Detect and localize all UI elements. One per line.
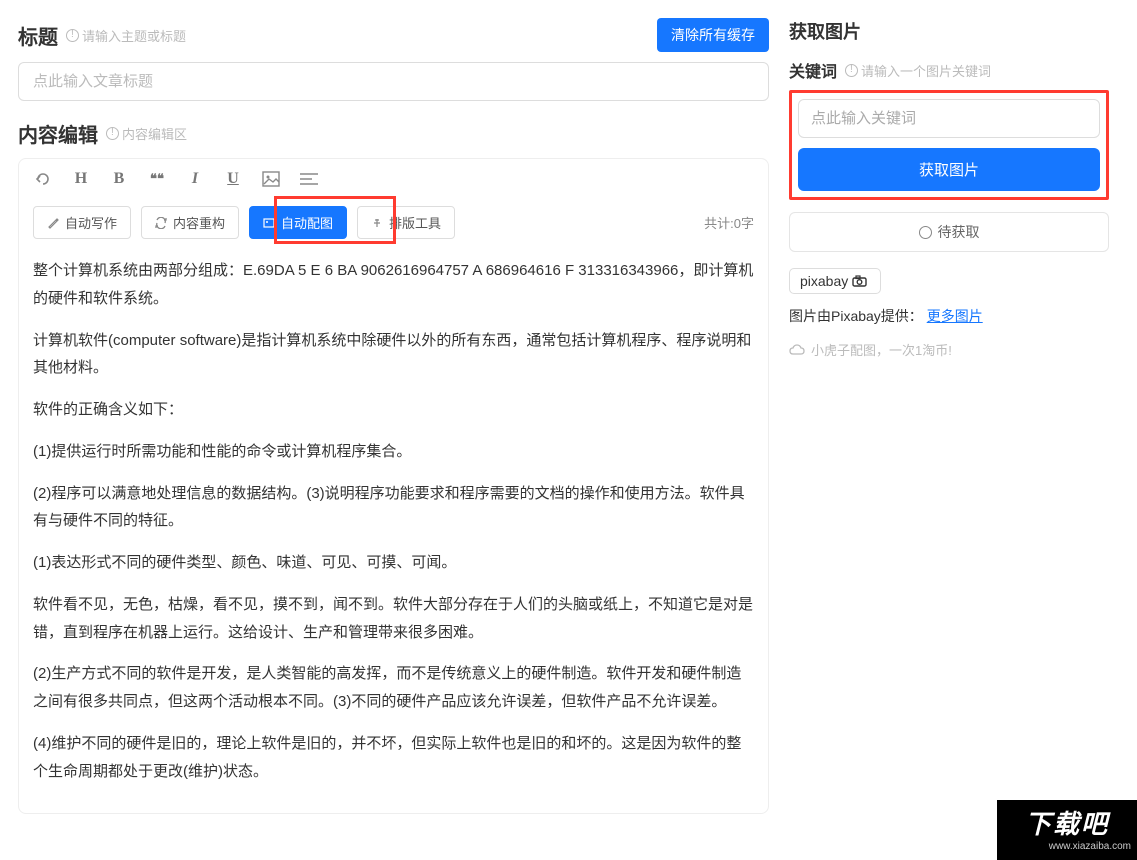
editor-hint: 内容编辑区 (106, 124, 187, 143)
layout-tool-button[interactable]: 排版工具 (357, 206, 455, 239)
main-content-panel: 标题 请输入主题或标题 清除所有缓存 内容编辑 内容编辑区 (18, 18, 769, 860)
word-count-label: 共计:0字 (704, 213, 754, 232)
align-icon[interactable] (299, 169, 319, 189)
underline-icon[interactable]: U (223, 169, 243, 189)
image-fetch-panel: 获取图片 关键词 请输入一个图片关键词 获取图片 待获取 pixabay 图片由… (789, 18, 1119, 860)
cost-tip: 小虎子配图，一次1淘币! (789, 340, 1109, 359)
camera-icon (852, 275, 870, 287)
keyword-hint: 请输入一个图片关键词 (845, 61, 991, 80)
article-title-input[interactable] (18, 62, 769, 101)
content-paragraph: 整个计算机系统由两部分组成：E.69DA 5 E 6 BA 9062616964… (33, 257, 754, 313)
undo-icon[interactable] (33, 169, 53, 189)
auto-write-button[interactable]: 自动写作 (33, 206, 131, 239)
fetch-image-button[interactable]: 获取图片 (798, 148, 1100, 191)
title-section-header: 标题 请输入主题或标题 清除所有缓存 (18, 18, 769, 52)
pending-status: 待获取 (789, 212, 1109, 252)
clear-cache-button[interactable]: 清除所有缓存 (657, 18, 769, 52)
italic-icon[interactable]: I (185, 169, 205, 189)
restructure-button[interactable]: 内容重构 (141, 206, 239, 239)
content-paragraph: (2)程序可以满意地处理信息的数据结构。(3)说明程序功能要求和程序需要的文档的… (33, 480, 754, 536)
keyword-label: 关键词 (789, 58, 837, 82)
quote-icon[interactable]: ❝❝ (147, 169, 167, 189)
content-paragraph: 软件看不见，无色，枯燥，看不见，摸不到，闻不到。软件大部分存在于人们的头脑或纸上… (33, 591, 754, 647)
watermark-badge: 下载吧 www.xiazaiba.com (997, 800, 1137, 860)
content-paragraph: (2)生产方式不同的软件是开发，是人类智能的高发挥，而不是传统意义上的硬件制造。… (33, 660, 754, 716)
auto-image-button[interactable]: 自动配图 (249, 206, 347, 239)
title-heading: 标题 (18, 21, 58, 50)
fetch-image-title: 获取图片 (789, 18, 1109, 44)
info-icon (66, 29, 79, 42)
action-toolbar: 自动写作 内容重构 自动配图 排版工具 共计:0字 (19, 200, 768, 253)
bold-icon[interactable]: B (109, 169, 129, 189)
circle-icon (919, 226, 932, 239)
cloud-icon (789, 344, 805, 356)
keyword-highlight-box: 获取图片 (789, 90, 1109, 200)
image-credit: 图片由Pixabay提供： 更多图片 (789, 306, 1109, 326)
keyword-label-group: 关键词 请输入一个图片关键词 (789, 58, 1109, 82)
content-paragraph: 计算机软件(computer software)是指计算机系统中除硬件以外的所有… (33, 327, 754, 383)
pixabay-badge: pixabay (789, 268, 881, 294)
info-icon (106, 127, 119, 140)
heading-icon[interactable]: H (71, 169, 91, 189)
keyword-input[interactable] (798, 99, 1100, 138)
content-paragraph: (1)提供运行时所需功能和性能的命令或计算机程序集合。 (33, 438, 754, 466)
editor-content[interactable]: 整个计算机系统由两部分组成：E.69DA 5 E 6 BA 9062616964… (19, 253, 768, 813)
title-hint: 请输入主题或标题 (66, 26, 186, 45)
image-icon[interactable] (261, 169, 281, 189)
editor-section-header: 内容编辑 内容编辑区 (18, 119, 769, 148)
editor-heading: 内容编辑 (18, 119, 98, 148)
content-paragraph: 软件的正确含义如下： (33, 396, 754, 424)
format-toolbar: H B ❝❝ I U (19, 159, 768, 200)
editor-heading-group: 内容编辑 内容编辑区 (18, 119, 187, 148)
info-icon (845, 64, 858, 77)
title-heading-group: 标题 请输入主题或标题 (18, 21, 186, 50)
content-paragraph: (1)表达形式不同的硬件类型、颜色、味道、可见、可摸、可闻。 (33, 549, 754, 577)
editor-card: H B ❝❝ I U 自动写作 内容重构 (18, 158, 769, 814)
content-paragraph: (4)维护不同的硬件是旧的，理论上软件是旧的，并不坏，但实际上软件也是旧的和坏的… (33, 730, 754, 786)
more-images-link[interactable]: 更多图片 (927, 308, 983, 324)
